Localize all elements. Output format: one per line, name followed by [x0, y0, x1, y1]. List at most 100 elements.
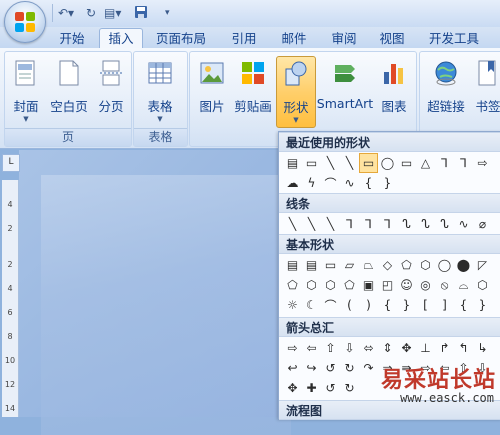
basic-shape[interactable]: ⬡: [416, 255, 435, 275]
basic-shape[interactable]: ☺: [397, 275, 416, 295]
line-shape[interactable]: ╲: [283, 214, 302, 234]
format-icon[interactable]: ▤▾: [104, 5, 121, 21]
arrow-shape[interactable]: ↳: [473, 338, 492, 358]
arrow-shape[interactable]: ⇦: [302, 338, 321, 358]
arrow-shape[interactable]: ⇕: [378, 338, 397, 358]
tab-stop-selector[interactable]: L: [2, 154, 20, 172]
arrow-shape[interactable]: ↺: [321, 378, 340, 398]
table-button[interactable]: 表格 ▼: [140, 56, 180, 126]
basic-shape[interactable]: ◇: [378, 255, 397, 275]
shape-rounded-rectangle[interactable]: ▭: [397, 153, 416, 173]
tab-review[interactable]: 审阅: [324, 29, 364, 49]
document-page[interactable]: [41, 175, 291, 435]
shape-right-brace[interactable]: }: [378, 173, 397, 193]
arrow-shape[interactable]: ↻: [340, 378, 359, 398]
line-shape[interactable]: ∿: [454, 214, 473, 234]
hyperlink-button[interactable]: 超链接: [424, 56, 468, 126]
basic-shape[interactable]: ◎: [416, 275, 435, 295]
basic-shape[interactable]: ◯: [435, 255, 454, 275]
line-shape[interactable]: ᔐ: [435, 214, 454, 234]
arrow-shape[interactable]: ⬄: [359, 338, 378, 358]
basic-shape[interactable]: ⬤: [454, 255, 473, 275]
chart-button[interactable]: 图表: [376, 56, 412, 126]
tab-page-layout[interactable]: 页面布局: [149, 29, 213, 49]
shape-left-brace[interactable]: {: [359, 173, 378, 193]
shape-oval[interactable]: ◯: [378, 153, 397, 173]
basic-shape[interactable]: }: [397, 295, 416, 315]
shape-vertical-text-box[interactable]: ▭: [302, 153, 321, 173]
basic-shape[interactable]: ☼: [283, 295, 302, 315]
shape-lightning[interactable]: ϟ: [302, 173, 321, 193]
line-shape[interactable]: ⅂: [340, 214, 359, 234]
basic-shape[interactable]: ◰: [378, 275, 397, 295]
basic-shape[interactable]: ⬠: [283, 275, 302, 295]
line-shape[interactable]: ⅂: [378, 214, 397, 234]
arrow-shape[interactable]: ⊥: [416, 338, 435, 358]
line-shape[interactable]: ╲: [321, 214, 340, 234]
shape-arrow[interactable]: ╲: [340, 153, 359, 173]
picture-button[interactable]: 图片: [194, 56, 230, 126]
office-button[interactable]: [4, 1, 46, 43]
line-shape[interactable]: ⅂: [359, 214, 378, 234]
line-shape[interactable]: ᔐ: [416, 214, 435, 234]
shape-text-box[interactable]: ▤: [283, 153, 302, 173]
shape-arc[interactable]: ⌒: [321, 173, 340, 193]
line-shape[interactable]: ⌀: [473, 214, 492, 234]
basic-shape[interactable]: ⌒: [321, 295, 340, 315]
arrow-shape[interactable]: ⇩: [340, 338, 359, 358]
arrow-shape[interactable]: ✚: [302, 378, 321, 398]
basic-shape[interactable]: ▱: [340, 255, 359, 275]
tab-view[interactable]: 视图: [372, 29, 412, 49]
basic-shape[interactable]: ]: [435, 295, 454, 315]
basic-shape[interactable]: ▭: [321, 255, 340, 275]
shape-triangle[interactable]: △: [416, 153, 435, 173]
arrow-shape[interactable]: ↱: [435, 338, 454, 358]
arrow-shape[interactable]: ↻: [340, 358, 359, 378]
basic-shape[interactable]: ▤: [283, 255, 302, 275]
arrow-shape[interactable]: ↰: [454, 338, 473, 358]
basic-shape[interactable]: }: [473, 295, 492, 315]
save-icon[interactable]: [134, 5, 148, 21]
arrow-shape[interactable]: ⇧: [321, 338, 340, 358]
smartart-button[interactable]: SmartArt: [316, 56, 374, 126]
shape-rectangle[interactable]: ▭: [359, 153, 378, 173]
basic-shape[interactable]: ⬠: [397, 255, 416, 275]
shape-elbow-connector[interactable]: ⅂: [435, 153, 454, 173]
basic-shape[interactable]: ⦸: [435, 275, 454, 295]
basic-shape[interactable]: ▣: [359, 275, 378, 295]
tab-insert[interactable]: 插入: [99, 28, 143, 50]
arrow-shape[interactable]: ✥: [283, 378, 302, 398]
blank-page-button[interactable]: 空白页: [49, 56, 89, 126]
line-shape[interactable]: ╲: [302, 214, 321, 234]
shapes-button[interactable]: 形状 ▼: [276, 56, 316, 128]
basic-shape[interactable]: [: [416, 295, 435, 315]
page-break-button[interactable]: 分页: [93, 56, 129, 126]
shape-right-arrow[interactable]: ⇨: [473, 153, 492, 173]
document-canvas[interactable]: [19, 150, 291, 435]
basic-shape[interactable]: ☾: [302, 295, 321, 315]
basic-shape[interactable]: {: [378, 295, 397, 315]
basic-shape[interactable]: ▤: [302, 255, 321, 275]
tab-mailings[interactable]: 邮件: [274, 29, 314, 49]
vertical-ruler[interactable]: 4 2 2 4 6 8 10 12 14: [2, 180, 19, 417]
cover-page-button[interactable]: 封面 ▼: [7, 56, 45, 126]
basic-shape[interactable]: ⬡: [321, 275, 340, 295]
basic-shape[interactable]: ◸: [473, 255, 492, 275]
tab-home[interactable]: 开始: [52, 29, 92, 49]
basic-shape[interactable]: ⌓: [454, 275, 473, 295]
shape-elbow-arrow[interactable]: ⅂: [454, 153, 473, 173]
basic-shape[interactable]: (: [340, 295, 359, 315]
customize-qat-icon[interactable]: ▾: [165, 5, 170, 21]
line-shape[interactable]: ᔐ: [397, 214, 416, 234]
arrow-shape[interactable]: ✥: [397, 338, 416, 358]
redo-icon[interactable]: ↻: [86, 5, 96, 21]
undo-icon[interactable]: ↶▾: [58, 5, 74, 21]
basic-shape[interactable]: ⏢: [359, 255, 378, 275]
shape-line[interactable]: ╲: [321, 153, 340, 173]
arrow-shape[interactable]: ↺: [321, 358, 340, 378]
shape-cloud[interactable]: ☁: [283, 173, 302, 193]
clip-art-button[interactable]: 剪贴画: [232, 56, 274, 126]
arrow-shape[interactable]: ⇨: [283, 338, 302, 358]
arrow-shape[interactable]: ↩: [283, 358, 302, 378]
bookmark-button[interactable]: 书签: [470, 56, 500, 126]
